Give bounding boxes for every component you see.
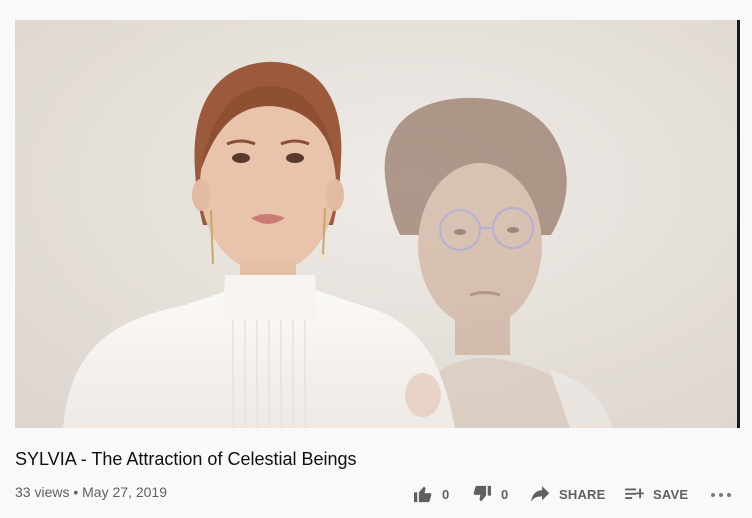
share-button[interactable]: SHARE	[531, 483, 606, 505]
like-button[interactable]: 0	[413, 483, 449, 505]
thumbs-down-icon	[473, 485, 491, 502]
dislike-count: 0	[501, 486, 509, 502]
video-frame-image	[15, 20, 737, 428]
share-arrow-icon	[531, 486, 550, 502]
action-bar: 0 0 SHARE SAVE	[0, 483, 752, 505]
like-count: 0	[442, 486, 450, 502]
video-title: SYLVIA - The Attraction of Celestial Bei…	[15, 449, 357, 469]
dislike-button[interactable]: 0	[472, 483, 508, 505]
thumbs-up-icon	[414, 486, 432, 503]
save-button[interactable]: SAVE	[625, 483, 688, 505]
playlist-add-icon	[625, 488, 644, 499]
more-horizontal-icon[interactable]	[709, 493, 733, 499]
more-dot	[719, 493, 723, 497]
share-label: SHARE	[559, 486, 606, 502]
player-edge	[737, 20, 740, 428]
more-dot	[711, 493, 715, 497]
save-label: SAVE	[653, 486, 689, 502]
video-player[interactable]	[15, 20, 737, 428]
more-dot	[727, 493, 731, 497]
